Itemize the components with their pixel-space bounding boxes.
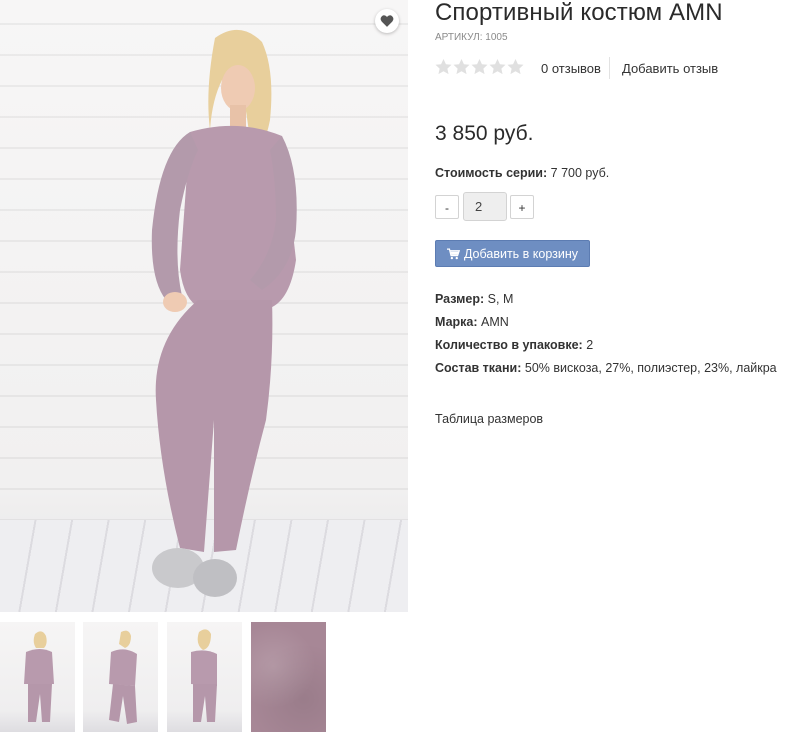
model-figure xyxy=(151,29,297,597)
thumbnail-2-image xyxy=(109,630,137,724)
property-value: AMN xyxy=(481,315,509,329)
property-size: Размер: S, M xyxy=(435,291,777,314)
series-cost-label: Стоимость серии: xyxy=(435,166,548,180)
series-cost: Стоимость серии: 7 700 руб. xyxy=(435,166,609,180)
thumbnail-2[interactable] xyxy=(83,622,158,732)
property-value: S, M xyxy=(487,292,514,306)
product-title: Спортивный костюм AMN xyxy=(435,0,723,26)
star-icon[interactable] xyxy=(507,59,524,75)
property-value: 2 xyxy=(586,338,594,352)
reviews-divider xyxy=(609,57,610,79)
thumbnail-3-image xyxy=(191,629,217,722)
thumbnail-4-fabric[interactable] xyxy=(251,622,326,732)
add-review-link[interactable]: Добавить отзыв xyxy=(622,61,718,76)
property-label: Марка: xyxy=(435,315,478,329)
reviews-count-link[interactable]: 0 отзывов xyxy=(541,61,601,76)
property-label: Состав ткани: xyxy=(435,361,522,375)
series-cost-value: 7 700 руб. xyxy=(550,166,610,180)
property-pack-qty: Количество в упаковке: 2 xyxy=(435,337,777,360)
thumbnail-1-image xyxy=(24,631,54,722)
main-product-photo[interactable] xyxy=(0,0,408,612)
shopping-cart-icon xyxy=(446,247,460,259)
size-table-link[interactable]: Таблица размеров xyxy=(435,412,543,426)
rating-stars[interactable] xyxy=(435,59,524,75)
property-value: 50% вискоза, 27%, полиэстер, 23%, лайкра xyxy=(524,361,777,375)
quantity-decrease-button[interactable]: - xyxy=(435,195,459,219)
star-icon[interactable] xyxy=(453,59,470,75)
property-label: Количество в упаковке: xyxy=(435,338,583,352)
product-price: 3 850 руб. xyxy=(435,122,534,145)
product-properties: Размер: S, M Марка: AMN Количество в упа… xyxy=(435,291,777,383)
quantity-increase-button[interactable]: + xyxy=(510,195,534,219)
add-to-cart-label: Добавить в корзину xyxy=(463,246,579,261)
property-label: Размер: xyxy=(435,292,485,306)
heart-icon xyxy=(380,15,394,27)
star-icon[interactable] xyxy=(435,59,452,75)
product-sku: АРТИКУЛ: 1005 xyxy=(435,32,508,43)
favorite-button[interactable] xyxy=(375,9,399,33)
star-icon[interactable] xyxy=(489,59,506,75)
quantity-input[interactable] xyxy=(463,192,507,221)
add-to-cart-button[interactable]: Добавить в корзину xyxy=(435,240,590,267)
thumbnail-1[interactable] xyxy=(0,622,75,732)
property-brand: Марка: AMN xyxy=(435,314,777,337)
star-icon[interactable] xyxy=(471,59,488,75)
thumbnail-3[interactable] xyxy=(167,622,242,732)
property-fabric: Состав ткани: 50% вискоза, 27%, полиэсте… xyxy=(435,360,777,383)
